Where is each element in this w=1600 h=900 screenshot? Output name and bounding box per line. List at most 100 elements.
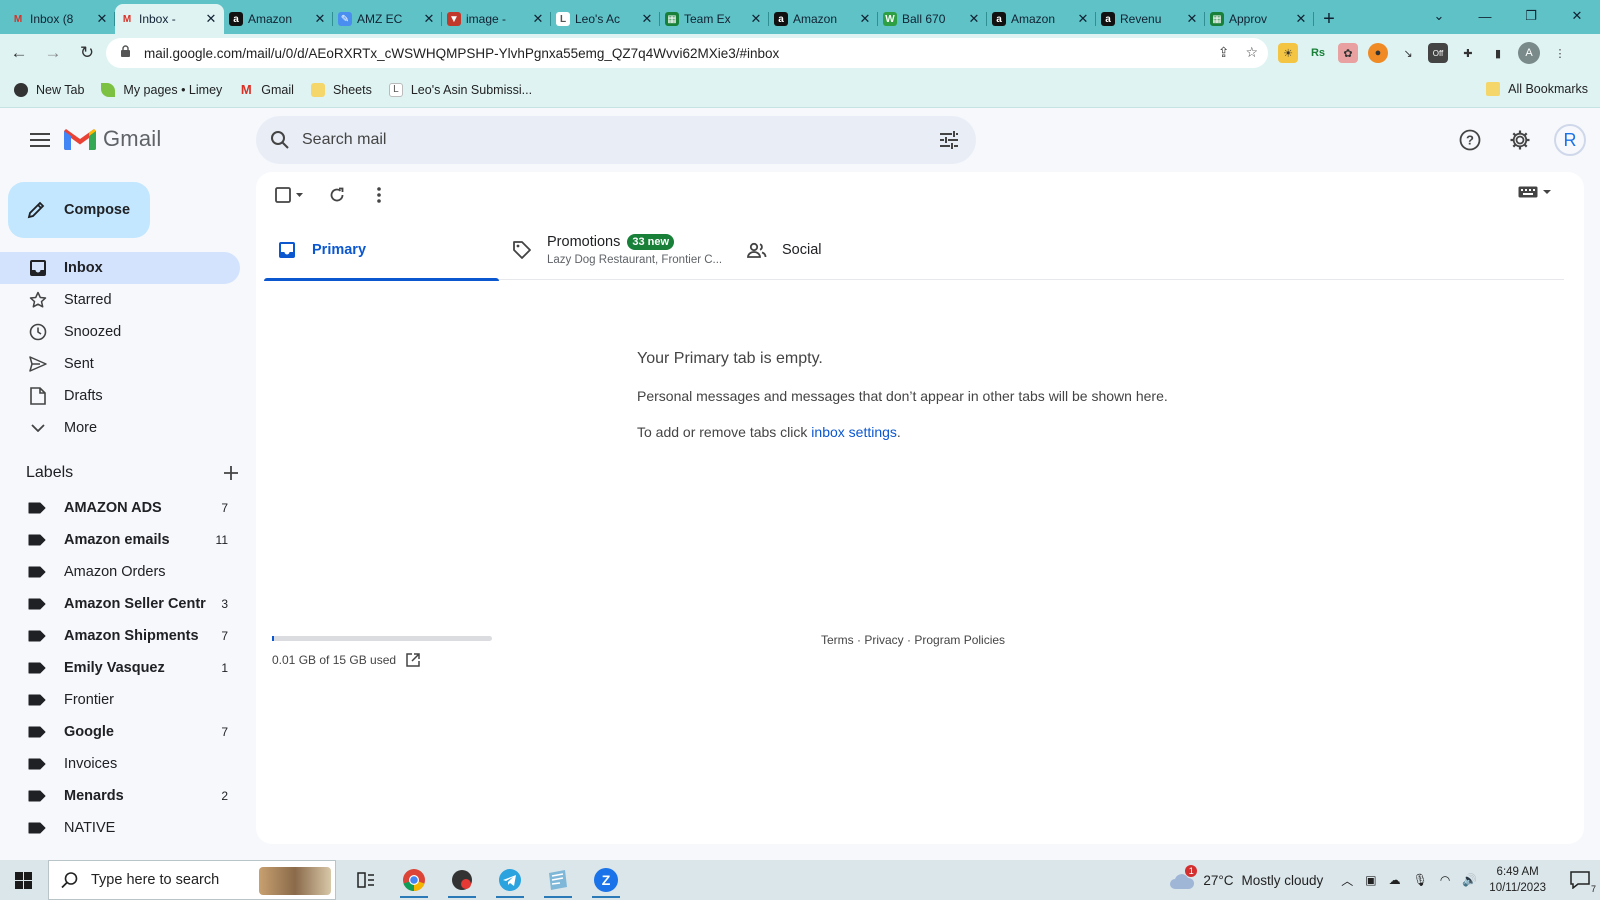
tab-search-icon[interactable]: ⌄ [1416, 0, 1462, 32]
notification-center[interactable]: 7 [1560, 860, 1600, 900]
chevron-up-icon[interactable]: ︿ [1341, 872, 1353, 889]
label-item[interactable]: Amazon Shipments 7 [0, 620, 240, 652]
close-tab-icon[interactable]: ✕ [640, 11, 654, 27]
close-tab-icon[interactable]: ✕ [1294, 11, 1308, 27]
extension-rs-icon[interactable]: Rs [1308, 43, 1328, 63]
tab-primary[interactable]: Primary [264, 220, 499, 281]
browser-tab[interactable]: L Leo's Ac ✕ [551, 4, 660, 34]
taskbar-search[interactable] [48, 860, 336, 900]
reload-button[interactable]: ↻ [72, 38, 102, 68]
all-bookmarks[interactable]: All Bookmarks [1486, 82, 1588, 96]
close-tab-icon[interactable]: ✕ [967, 11, 981, 27]
sidebar-item-starred[interactable]: Starred [0, 284, 240, 316]
label-item[interactable]: Invoices [0, 748, 240, 780]
sidebar-item-inbox[interactable]: Inbox [0, 252, 240, 284]
taskbar-recorder[interactable] [438, 860, 486, 900]
close-tab-icon[interactable]: ✕ [1076, 11, 1090, 27]
extension-off-icon[interactable]: Off [1428, 43, 1448, 63]
label-item[interactable]: Amazon emails 11 [0, 524, 240, 556]
address-bar[interactable]: mail.google.com/mail/u/0/d/AEoRXRTx_cWSW… [106, 38, 1268, 68]
browser-menu-icon[interactable]: ⋮ [1550, 43, 1570, 63]
browser-tab[interactable]: ▼ image - ✕ [442, 4, 551, 34]
task-view-button[interactable] [342, 860, 390, 900]
new-tab-button[interactable]: + [1314, 4, 1344, 34]
extensions-puzzle-icon[interactable]: ✚ [1458, 43, 1478, 63]
more-options-button[interactable] [364, 180, 394, 210]
refresh-button[interactable] [322, 180, 352, 210]
taskbar-notes[interactable] [534, 860, 582, 900]
terms-link[interactable]: Terms [821, 633, 854, 647]
label-item[interactable]: Frontier [0, 684, 240, 716]
close-tab-icon[interactable]: ✕ [313, 11, 327, 27]
clock[interactable]: 6:49 AM 10/11/2023 [1489, 864, 1546, 896]
bookmark-item[interactable]: My pages • Limey [101, 82, 222, 97]
search-icon[interactable] [270, 130, 290, 150]
browser-tab[interactable]: M Inbox - ✕ [115, 4, 224, 34]
browser-tab[interactable]: ▦ Team Ex ✕ [660, 4, 769, 34]
browser-tab[interactable]: a Amazon ✕ [987, 4, 1096, 34]
close-tab-icon[interactable]: ✕ [204, 11, 218, 27]
close-tab-icon[interactable]: ✕ [749, 11, 763, 27]
browser-tab[interactable]: a Revenu ✕ [1096, 4, 1205, 34]
tab-social[interactable]: Social [734, 220, 969, 280]
lock-icon[interactable] [120, 45, 134, 61]
search-input[interactable] [302, 131, 902, 149]
sidebar-item-more[interactable]: More [0, 412, 240, 444]
search-options-icon[interactable] [938, 129, 960, 151]
start-button[interactable] [0, 860, 46, 900]
privacy-link[interactable]: Privacy [864, 633, 903, 647]
browser-tab[interactable]: W Ball 670 ✕ [878, 4, 987, 34]
extension-tool-icon[interactable]: ✿ [1338, 43, 1358, 63]
account-avatar[interactable]: R [1554, 124, 1586, 156]
bookmark-item[interactable]: New Tab [14, 82, 84, 97]
label-item[interactable]: Emily Vasquez 1 [0, 652, 240, 684]
program-policies-link[interactable]: Program Policies [914, 633, 1005, 647]
support-button[interactable]: ? [1450, 120, 1490, 160]
wifi-icon[interactable]: ◠ [1440, 873, 1450, 887]
taskbar-zoom[interactable]: Z [582, 860, 630, 900]
browser-tab[interactable]: a Amazon ✕ [224, 4, 333, 34]
volume-icon[interactable]: 🔊 [1462, 873, 1477, 887]
bookmark-item[interactable]: Sheets [310, 82, 372, 97]
label-item[interactable]: Menards 2 [0, 780, 240, 812]
weather-widget[interactable]: 1 27°C Mostly cloudy [1169, 865, 1323, 891]
browser-profile-avatar[interactable]: A [1518, 42, 1540, 64]
main-menu-button[interactable] [20, 120, 60, 160]
taskbar-chrome[interactable] [390, 860, 438, 900]
extension-bulb-icon[interactable]: ☀ [1278, 43, 1298, 63]
inbox-settings-link[interactable]: inbox settings [811, 424, 897, 440]
bookmark-item[interactable]: L Leo's Asin Submissi... [388, 82, 532, 97]
label-item[interactable]: Amazon Seller Centr 3 [0, 588, 240, 620]
close-window-button[interactable]: ✕ [1554, 0, 1600, 32]
sidebar-item-drafts[interactable]: Drafts [0, 380, 240, 412]
browser-tab[interactable]: M Inbox (8 ✕ [6, 4, 115, 34]
select-checkbox[interactable] [270, 180, 310, 210]
taskbar-search-input[interactable] [91, 872, 261, 888]
label-item[interactable]: Google 7 [0, 716, 240, 748]
onedrive-icon[interactable]: ☁ [1389, 873, 1401, 887]
taskbar-telegram[interactable] [486, 860, 534, 900]
gmail-logo[interactable]: Gmail [64, 126, 161, 152]
sidebar-item-snoozed[interactable]: Snoozed [0, 316, 240, 348]
label-item[interactable]: NATIVE [0, 812, 240, 844]
meet-now-icon[interactable]: ▣ [1365, 873, 1376, 887]
close-tab-icon[interactable]: ✕ [95, 11, 109, 27]
close-tab-icon[interactable]: ✕ [858, 11, 872, 27]
input-tools-button[interactable] [1518, 186, 1552, 198]
label-item[interactable]: AMAZON ADS 7 [0, 492, 240, 524]
browser-tab[interactable]: ▦ Approv ✕ [1205, 4, 1314, 34]
sidebar-item-sent[interactable]: Sent [0, 348, 240, 380]
microphone-icon[interactable]: 🎙 [1413, 873, 1428, 887]
bookmark-star-icon[interactable]: ☆ [1245, 44, 1258, 61]
settings-button[interactable] [1500, 120, 1540, 160]
close-tab-icon[interactable]: ✕ [1185, 11, 1199, 27]
open-in-new-icon[interactable] [406, 653, 420, 667]
close-tab-icon[interactable]: ✕ [531, 11, 545, 27]
close-tab-icon[interactable]: ✕ [422, 11, 436, 27]
share-icon[interactable]: ⇪ [1218, 44, 1230, 61]
create-label-icon[interactable] [224, 466, 238, 480]
extension-orange-icon[interactable]: ● [1368, 43, 1388, 63]
restore-button[interactable]: ❐ [1508, 0, 1554, 32]
back-button[interactable]: ← [4, 38, 34, 68]
minimize-button[interactable]: — [1462, 0, 1508, 32]
